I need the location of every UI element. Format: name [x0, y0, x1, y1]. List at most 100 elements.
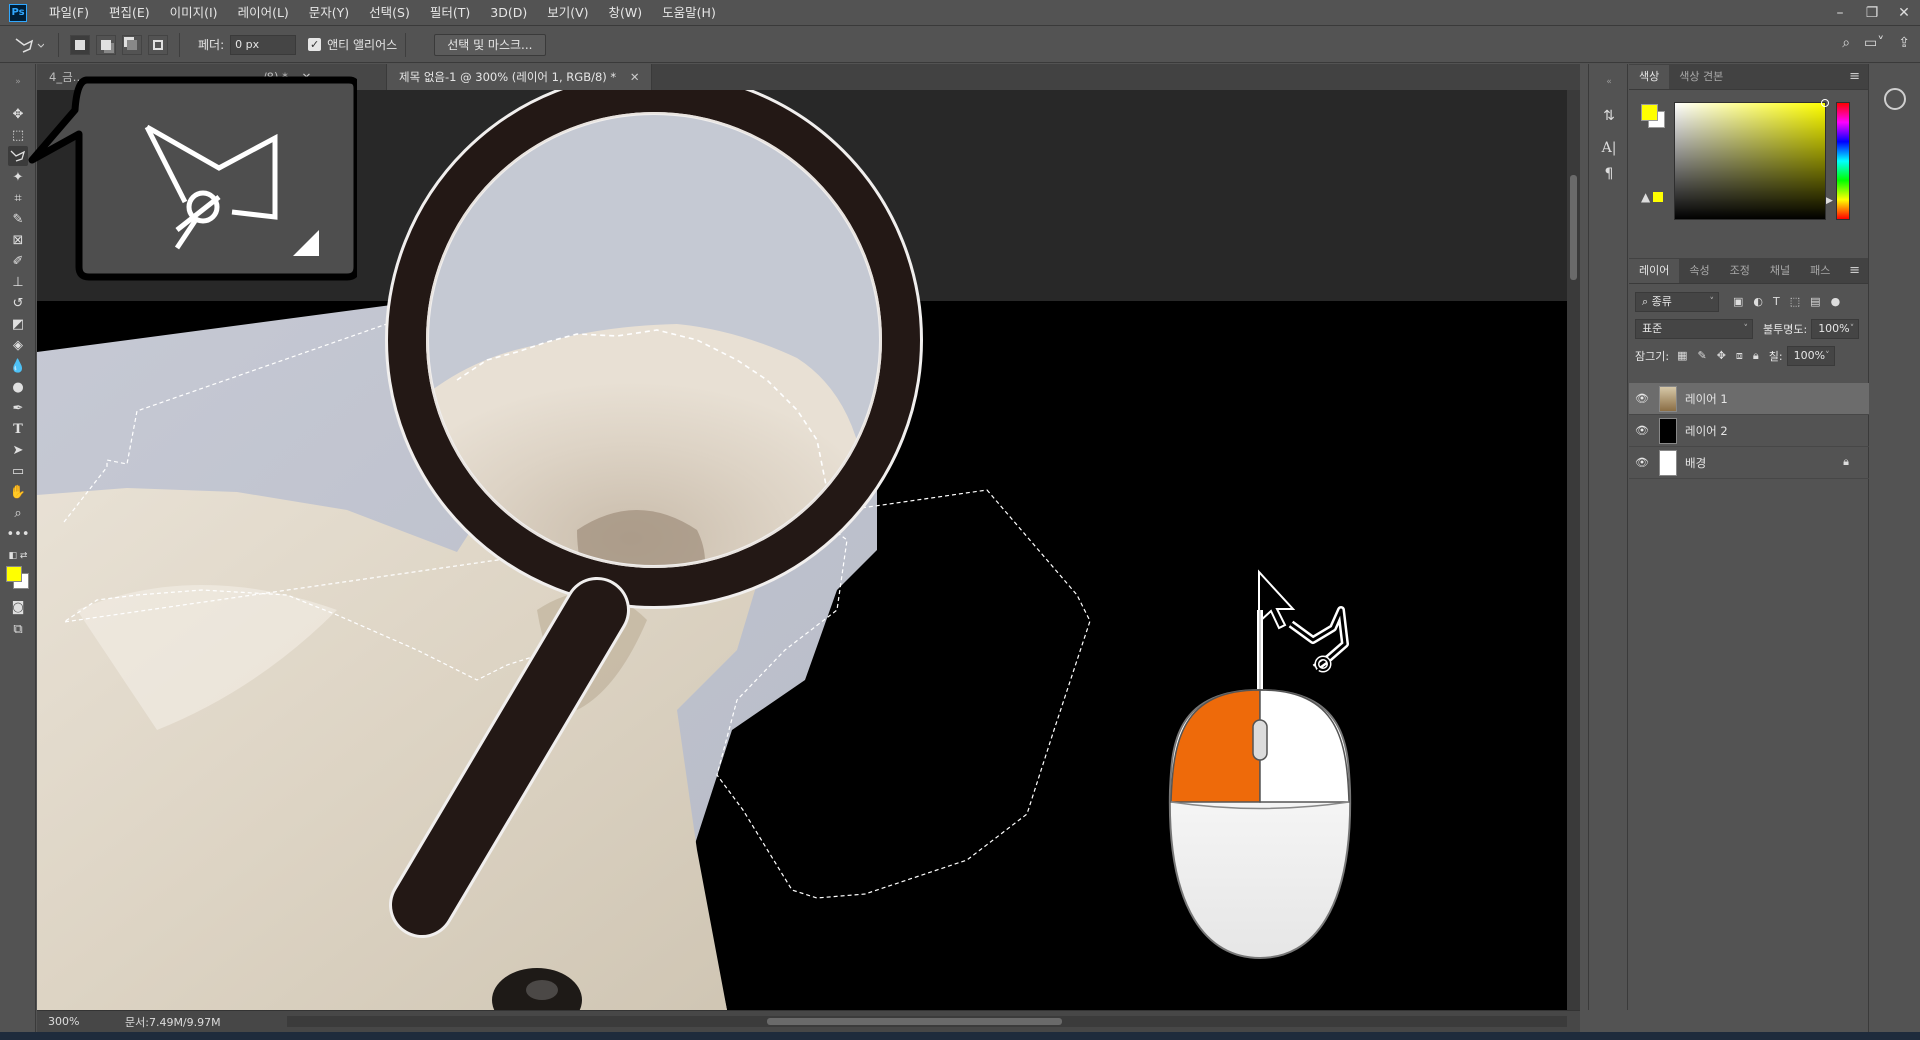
tab-adjustments[interactable]: 조정 — [1720, 259, 1760, 283]
tab-properties[interactable]: 속성 — [1679, 259, 1719, 283]
type-tool-icon[interactable]: T — [8, 419, 28, 439]
layer-row[interactable]: 👁︎ 레이어 2 — [1629, 415, 1869, 447]
smart-object-filter-icon[interactable]: ▤ — [1810, 295, 1820, 308]
lock-artboard-icon[interactable]: ⧈ — [1736, 349, 1743, 363]
tab-layers[interactable]: 레이어 — [1629, 259, 1680, 283]
eraser-icon[interactable]: ◩ — [8, 314, 28, 334]
lock-icon[interactable]: 🔒︎ — [1843, 455, 1849, 469]
filter-toggle-icon[interactable]: ● — [1831, 295, 1841, 308]
blend-mode-select[interactable]: 표준 ˅ — [1635, 318, 1753, 339]
tab-swatches[interactable]: 색상 견본 — [1669, 65, 1733, 89]
new-selection-button[interactable] — [70, 34, 90, 55]
close-tab-icon[interactable]: ✕ — [630, 70, 640, 84]
stamp-tool-icon[interactable]: ⊥ — [8, 272, 28, 292]
lock-pixels-icon[interactable]: ✎ — [1697, 349, 1706, 363]
pen-tool-icon[interactable]: ✒ — [8, 398, 28, 418]
crop-tool-icon[interactable]: ⌗ — [8, 188, 28, 208]
color-picker-dot[interactable] — [1821, 99, 1829, 107]
menu-3d[interactable]: 3D(D) — [480, 0, 537, 26]
workspace-icon[interactable]: ▭˅ — [1864, 35, 1884, 51]
share-icon[interactable]: ⇪ — [1898, 35, 1910, 51]
lock-transparent-icon[interactable]: ▦ — [1677, 349, 1687, 363]
paint-bucket-icon[interactable]: ◈ — [8, 335, 28, 355]
hand-tool-icon[interactable]: ✋ — [8, 482, 28, 502]
magic-wand-icon[interactable]: ✦ — [8, 167, 28, 187]
subtract-from-selection-button[interactable] — [122, 34, 142, 55]
foreground-color-swatch[interactable] — [1641, 104, 1658, 121]
visibility-eye-icon[interactable]: 👁︎ — [1629, 456, 1655, 469]
layer-row[interactable]: 👁︎ 배경 🔒︎ — [1629, 447, 1869, 479]
menu-file[interactable]: 파일(F) — [39, 0, 99, 26]
menu-view[interactable]: 보기(V) — [537, 0, 598, 26]
dodge-tool-icon[interactable]: ● — [8, 377, 28, 397]
scrollbar-thumb[interactable] — [767, 1018, 1062, 1025]
history-brush-icon[interactable]: ↺ — [8, 293, 28, 313]
panel-menu-icon[interactable]: ≡ — [1849, 263, 1860, 278]
horizontal-scrollbar[interactable] — [287, 1016, 1567, 1027]
add-to-selection-button[interactable] — [96, 34, 116, 55]
collapse-icon[interactable]: » — [8, 72, 28, 92]
default-colors-icon[interactable]: ◧ ⇄ — [8, 546, 28, 566]
type-filter-icon[interactable]: T — [1773, 295, 1780, 308]
paragraph-panel-icon[interactable]: ¶ — [1599, 164, 1619, 184]
creative-cloud-icon[interactable] — [1884, 88, 1906, 110]
menu-image[interactable]: 이미지(I) — [160, 0, 228, 26]
gamut-swatch[interactable] — [1653, 192, 1663, 202]
vertical-scrollbar[interactable] — [1567, 90, 1580, 1010]
blur-tool-icon[interactable]: 💧 — [8, 356, 28, 376]
menu-type[interactable]: 문자(Y) — [299, 0, 359, 26]
menu-select[interactable]: 선택(S) — [359, 0, 420, 26]
layer-filter-select[interactable]: ⌕ 종류 ˅ — [1635, 291, 1719, 312]
screen-mode-icon[interactable]: ⧉ — [8, 619, 28, 639]
more-tools-icon[interactable]: ••• — [7, 524, 30, 544]
panel-menu-icon[interactable]: ≡ — [1849, 69, 1860, 84]
move-tool-icon[interactable]: ✥ — [8, 104, 28, 124]
menu-window[interactable]: 창(W) — [599, 0, 653, 26]
lock-all-icon[interactable]: 🔒︎ — [1753, 349, 1759, 363]
visibility-eye-icon[interactable]: 👁︎ — [1629, 424, 1655, 437]
brush-tool-icon[interactable]: ✐ — [8, 251, 28, 271]
menu-help[interactable]: 도움말(H) — [652, 0, 726, 26]
intersect-selection-button[interactable] — [148, 34, 168, 55]
hue-slider[interactable] — [1836, 102, 1850, 220]
polygonal-lasso-icon[interactable] — [8, 146, 28, 166]
tab-channels[interactable]: 채널 — [1760, 259, 1800, 283]
lock-position-icon[interactable]: ✥ — [1717, 349, 1726, 363]
character-panel-icon[interactable]: A| — [1599, 138, 1619, 158]
document-tab-active[interactable]: 제목 없음-1 @ 300% (레이어 1, RGB/8) * ✕ — [387, 64, 653, 90]
opacity-input[interactable]: 100% ˅ — [1811, 318, 1860, 339]
adjustment-filter-icon[interactable]: ◐ — [1753, 295, 1763, 308]
frame-tool-icon[interactable]: ⊠ — [8, 230, 28, 250]
eyedropper-icon[interactable]: ✎ — [8, 209, 28, 229]
fill-input[interactable]: 100% ˅ — [1786, 345, 1835, 366]
shape-filter-icon[interactable]: ⬚ — [1790, 295, 1800, 308]
tool-preset-picker[interactable] — [8, 30, 50, 60]
antialias-checkbox[interactable]: ✓ 앤티 앨리어스 — [308, 36, 397, 53]
restore-icon[interactable]: ❐ — [1856, 0, 1888, 26]
history-panel-icon[interactable]: ⇅ — [1599, 106, 1619, 126]
quick-mask-icon[interactable]: ◙ — [8, 597, 28, 617]
tab-color[interactable]: 색상 — [1629, 65, 1670, 89]
zoom-tool-icon[interactable]: ⌕ — [8, 503, 28, 523]
color-field[interactable] — [1674, 99, 1829, 220]
search-icon[interactable]: ⌕ — [1842, 35, 1850, 51]
hue-slider-arrow-icon[interactable]: ▶ — [1826, 196, 1833, 206]
pixel-filter-icon[interactable]: ▣ — [1733, 295, 1743, 308]
collapse-icon[interactable]: « — [1599, 72, 1619, 92]
foreground-color-swatch[interactable] — [6, 566, 22, 582]
menu-filter[interactable]: 필터(T) — [420, 0, 480, 26]
zoom-level[interactable]: 300% — [37, 1015, 97, 1028]
menu-layer[interactable]: 레이어(L) — [228, 0, 299, 26]
tab-paths[interactable]: 패스 — [1800, 259, 1840, 283]
close-icon[interactable]: ✕ — [1888, 0, 1920, 26]
rectangle-tool-icon[interactable]: ▭ — [8, 461, 28, 481]
photoshop-logo[interactable]: Ps — [9, 3, 27, 22]
scrollbar-thumb[interactable] — [1570, 175, 1577, 280]
path-selection-icon[interactable]: ➤ — [8, 440, 28, 460]
layer-row[interactable]: 👁︎ 레이어 1 — [1629, 383, 1869, 415]
select-and-mask-button[interactable]: 선택 및 마스크... — [434, 33, 546, 56]
visibility-eye-icon[interactable]: 👁︎ — [1629, 392, 1655, 405]
marquee-tool-icon[interactable]: ⬚ — [8, 125, 28, 145]
feather-input[interactable]: 0 px — [230, 34, 297, 55]
menu-edit[interactable]: 편집(E) — [99, 0, 160, 26]
